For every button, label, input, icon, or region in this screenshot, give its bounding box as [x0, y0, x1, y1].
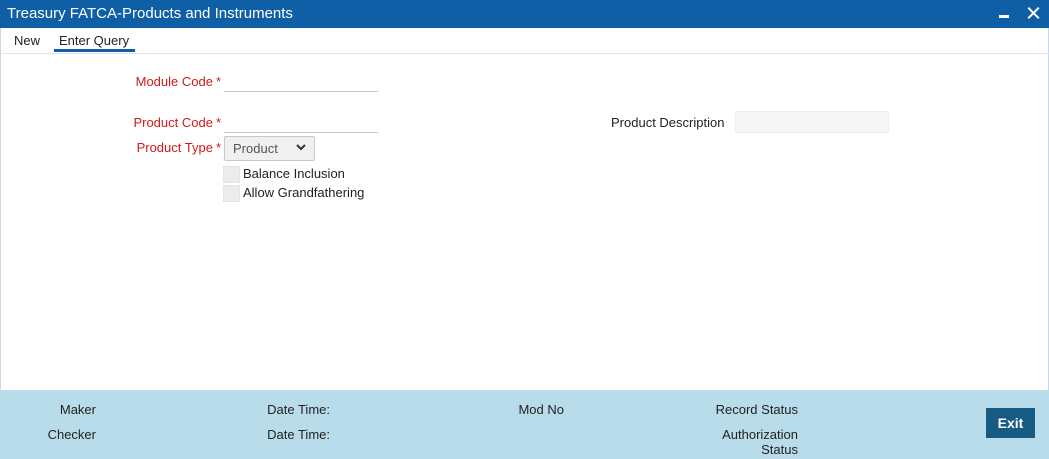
module-code-label: Module Code *: [111, 74, 221, 89]
maker-date-time-label: Date Time:: [267, 402, 330, 417]
new-button[interactable]: New: [14, 33, 40, 48]
required-mark: *: [215, 115, 221, 130]
close-icon[interactable]: [1025, 4, 1043, 22]
required-mark: *: [215, 140, 221, 155]
product-type-label-text: Product Type: [136, 140, 213, 155]
product-type-select[interactable]: Product: [224, 136, 315, 161]
checker-label: Checker: [47, 427, 96, 442]
active-tab-indicator: [54, 49, 135, 52]
authorization-status-label-line1: Authorization: [722, 427, 798, 442]
checker-date-time-label: Date Time:: [267, 427, 330, 442]
exit-button[interactable]: Exit: [986, 408, 1035, 438]
window-title: Treasury FATCA-Products and Instruments: [7, 5, 293, 22]
form-area: Module Code * Product Code * Product Descr…: [0, 54, 1049, 390]
product-code-input[interactable]: [224, 112, 378, 133]
allow-grandfathering-checkbox[interactable]: [223, 185, 240, 202]
module-code-input[interactable]: [224, 71, 378, 92]
window-titlebar: Treasury FATCA-Products and Instruments: [0, 0, 1049, 28]
audit-footer: Maker Checker Date Time: Date Time: Mod …: [0, 390, 1049, 459]
product-description-input[interactable]: [735, 111, 889, 133]
toolbar: New Enter Query: [0, 28, 1049, 54]
chevron-down-icon: [296, 144, 306, 151]
product-type-label: Product Type *: [111, 140, 221, 155]
allow-grandfathering-label: Allow Grandfathering: [243, 185, 365, 200]
balance-inclusion-checkbox[interactable]: [223, 166, 240, 183]
maker-label: Maker: [59, 402, 96, 417]
balance-inclusion-label: Balance Inclusion: [243, 166, 345, 181]
module-code-label-text: Module Code: [135, 74, 213, 89]
product-code-label-text: Product Code: [133, 115, 213, 130]
record-status-label: Record Status: [715, 402, 798, 417]
product-description-label: Product Description: [611, 115, 725, 130]
mod-no-label: Mod No: [518, 402, 564, 417]
authorization-status-label-line2: Status: [761, 442, 798, 457]
product-type-selected-value: Product: [233, 141, 278, 156]
product-code-label: Product Code *: [111, 115, 221, 130]
minimize-icon[interactable]: [995, 4, 1013, 22]
enter-query-button[interactable]: Enter Query: [59, 33, 129, 48]
required-mark: *: [215, 74, 221, 89]
